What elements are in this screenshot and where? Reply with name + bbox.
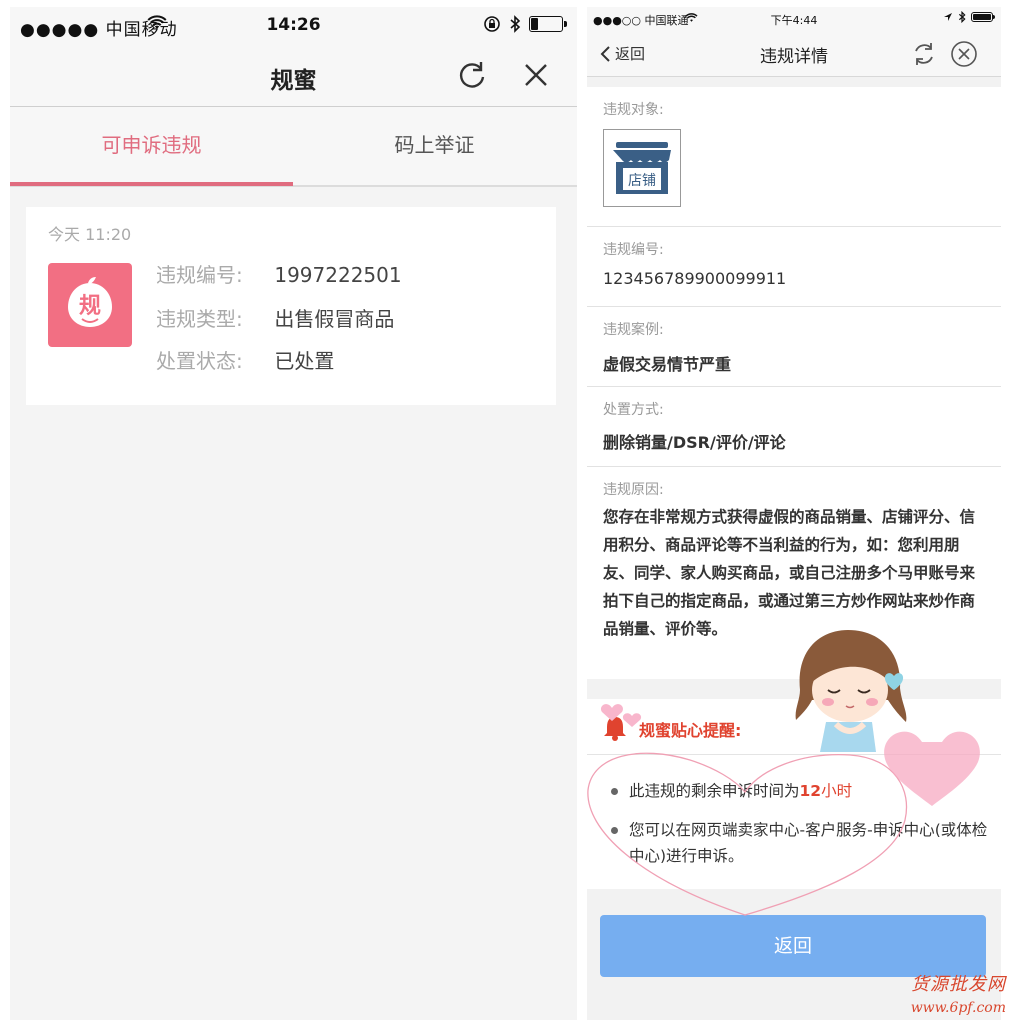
reminder-item-time-text: 此违规的剩余申诉时间为 <box>629 782 800 800</box>
remaining-hours-unit: 小时 <box>821 782 853 800</box>
number-value: 123456789900099911 <box>603 269 787 288</box>
page-title: 规蜜 <box>270 68 317 94</box>
method-value: 删除销量/DSR/评价/评论 <box>603 433 786 452</box>
violation-type-value: 出售假冒商品 <box>274 307 395 331</box>
target-label: 违规对象: <box>603 102 664 118</box>
reminder-title: 规蜜贴心提醒: <box>639 721 742 740</box>
violation-type-row: 违规类型: 出售假冒商品 <box>156 303 394 332</box>
left-phone-screen: ●●●●● 中国移动 14:26 规蜜 可申诉违规 码上举证 今天 11:20 … <box>10 7 577 1020</box>
reminder-panel: 规蜜贴心提醒: 此违规的剩余申诉时间为12小时 您可以在网页端卖家中心-客户服务… <box>587 699 1001 889</box>
status-bar: ●●●○○ 中国联通 下午4:44 <box>587 7 1001 31</box>
status-bar: ●●●●● 中国移动 14:26 <box>10 7 577 43</box>
nav-bar: 规蜜 <box>10 43 577 107</box>
watermark-title: 货源批发网 <box>911 974 1006 995</box>
return-button[interactable]: 返回 <box>600 915 986 977</box>
site-watermark: 货源批发网 www.6pf.com <box>892 970 1006 1016</box>
violation-date: 今天 11:20 <box>48 225 132 244</box>
tab-evidence[interactable]: 码上举证 <box>293 107 576 187</box>
disposal-status-label: 处置状态: <box>156 349 243 373</box>
case-section: 违规案例: 虚假交易情节严重 <box>587 307 1001 387</box>
shop-icon: 店铺 <box>603 129 681 207</box>
remaining-hours: 12 <box>799 782 822 800</box>
bluetooth-icon <box>510 15 521 33</box>
refresh-icon[interactable] <box>454 57 490 93</box>
tab-appealable-violations[interactable]: 可申诉违规 <box>10 107 293 187</box>
location-arrow-icon <box>944 13 952 21</box>
disposal-status-row: 处置状态: 已处置 <box>156 345 334 374</box>
reminder-header: 规蜜贴心提醒: <box>587 699 1001 755</box>
wifi-icon <box>147 15 167 29</box>
reason-section: 违规原因: 您存在非常规方式获得虚假的商品销量、店铺评分、信用积分、商品评论等不… <box>587 467 1001 679</box>
number-section: 违规编号: 123456789900099911 <box>587 227 1001 307</box>
case-value: 虚假交易情节严重 <box>603 355 732 374</box>
case-label: 违规案例: <box>603 322 664 338</box>
violation-number-label: 违规编号: <box>156 263 243 287</box>
close-circle-icon[interactable] <box>949 39 979 69</box>
close-icon[interactable] <box>518 57 554 93</box>
tab-bar: 可申诉违规 码上举证 <box>10 107 577 187</box>
active-tab-indicator <box>10 182 293 186</box>
svg-text:规: 规 <box>79 294 101 319</box>
reason-text: 您存在非常规方式获得虚假的商品销量、店铺评分、信用积分、商品评论等不当利益的行为… <box>603 508 976 638</box>
bullet-dot <box>611 827 618 834</box>
svg-text:店铺: 店铺 <box>628 173 656 189</box>
violation-number-value: 1997222501 <box>274 263 402 287</box>
reminder-item-appeal: 您可以在网页端卖家中心-客户服务-申诉中心(或体检中心)进行申诉。 <box>629 821 988 865</box>
method-label: 处置方式: <box>603 402 664 418</box>
guimi-logo-icon: 规 <box>68 277 112 327</box>
number-label: 违规编号: <box>603 242 664 258</box>
nav-bar: 返回 违规详情 <box>587 31 1001 77</box>
battery-icon <box>529 16 567 32</box>
violation-detail-panel: 违规对象: 店铺 违规编号: 123456789900099911 违规案例: … <box>587 87 1001 679</box>
reminder-item-time: 此违规的剩余申诉时间为12小时 <box>629 778 989 804</box>
status-time: 下午4:44 <box>770 14 818 27</box>
battery-icon <box>971 12 995 22</box>
method-section: 处置方式: 删除销量/DSR/评价/评论 <box>587 387 1001 467</box>
bell-icon <box>604 717 626 741</box>
violation-card[interactable]: 今天 11:20 规 违规编号: 1997222501 违规类型: 出售假冒商品… <box>26 207 556 405</box>
reason-label: 违规原因: <box>603 482 664 498</box>
refresh-icon[interactable] <box>909 39 939 69</box>
right-phone-screen: ●●●○○ 中国联通 下午4:44 返回 违规详情 违规对象: 店铺 违规编号:… <box>587 7 1001 1020</box>
watermark-url: www.6pf.com <box>910 1000 1006 1016</box>
bluetooth-icon <box>958 11 966 23</box>
bullet-dot <box>611 788 618 795</box>
violation-type-label: 违规类型: <box>156 307 243 331</box>
violation-number-row: 违规编号: 1997222501 <box>156 259 402 288</box>
violation-avatar: 规 <box>48 263 132 347</box>
disposal-status-value: 已处置 <box>274 349 335 373</box>
rotation-lock-icon <box>484 16 500 32</box>
target-section: 违规对象: 店铺 <box>587 87 1001 227</box>
